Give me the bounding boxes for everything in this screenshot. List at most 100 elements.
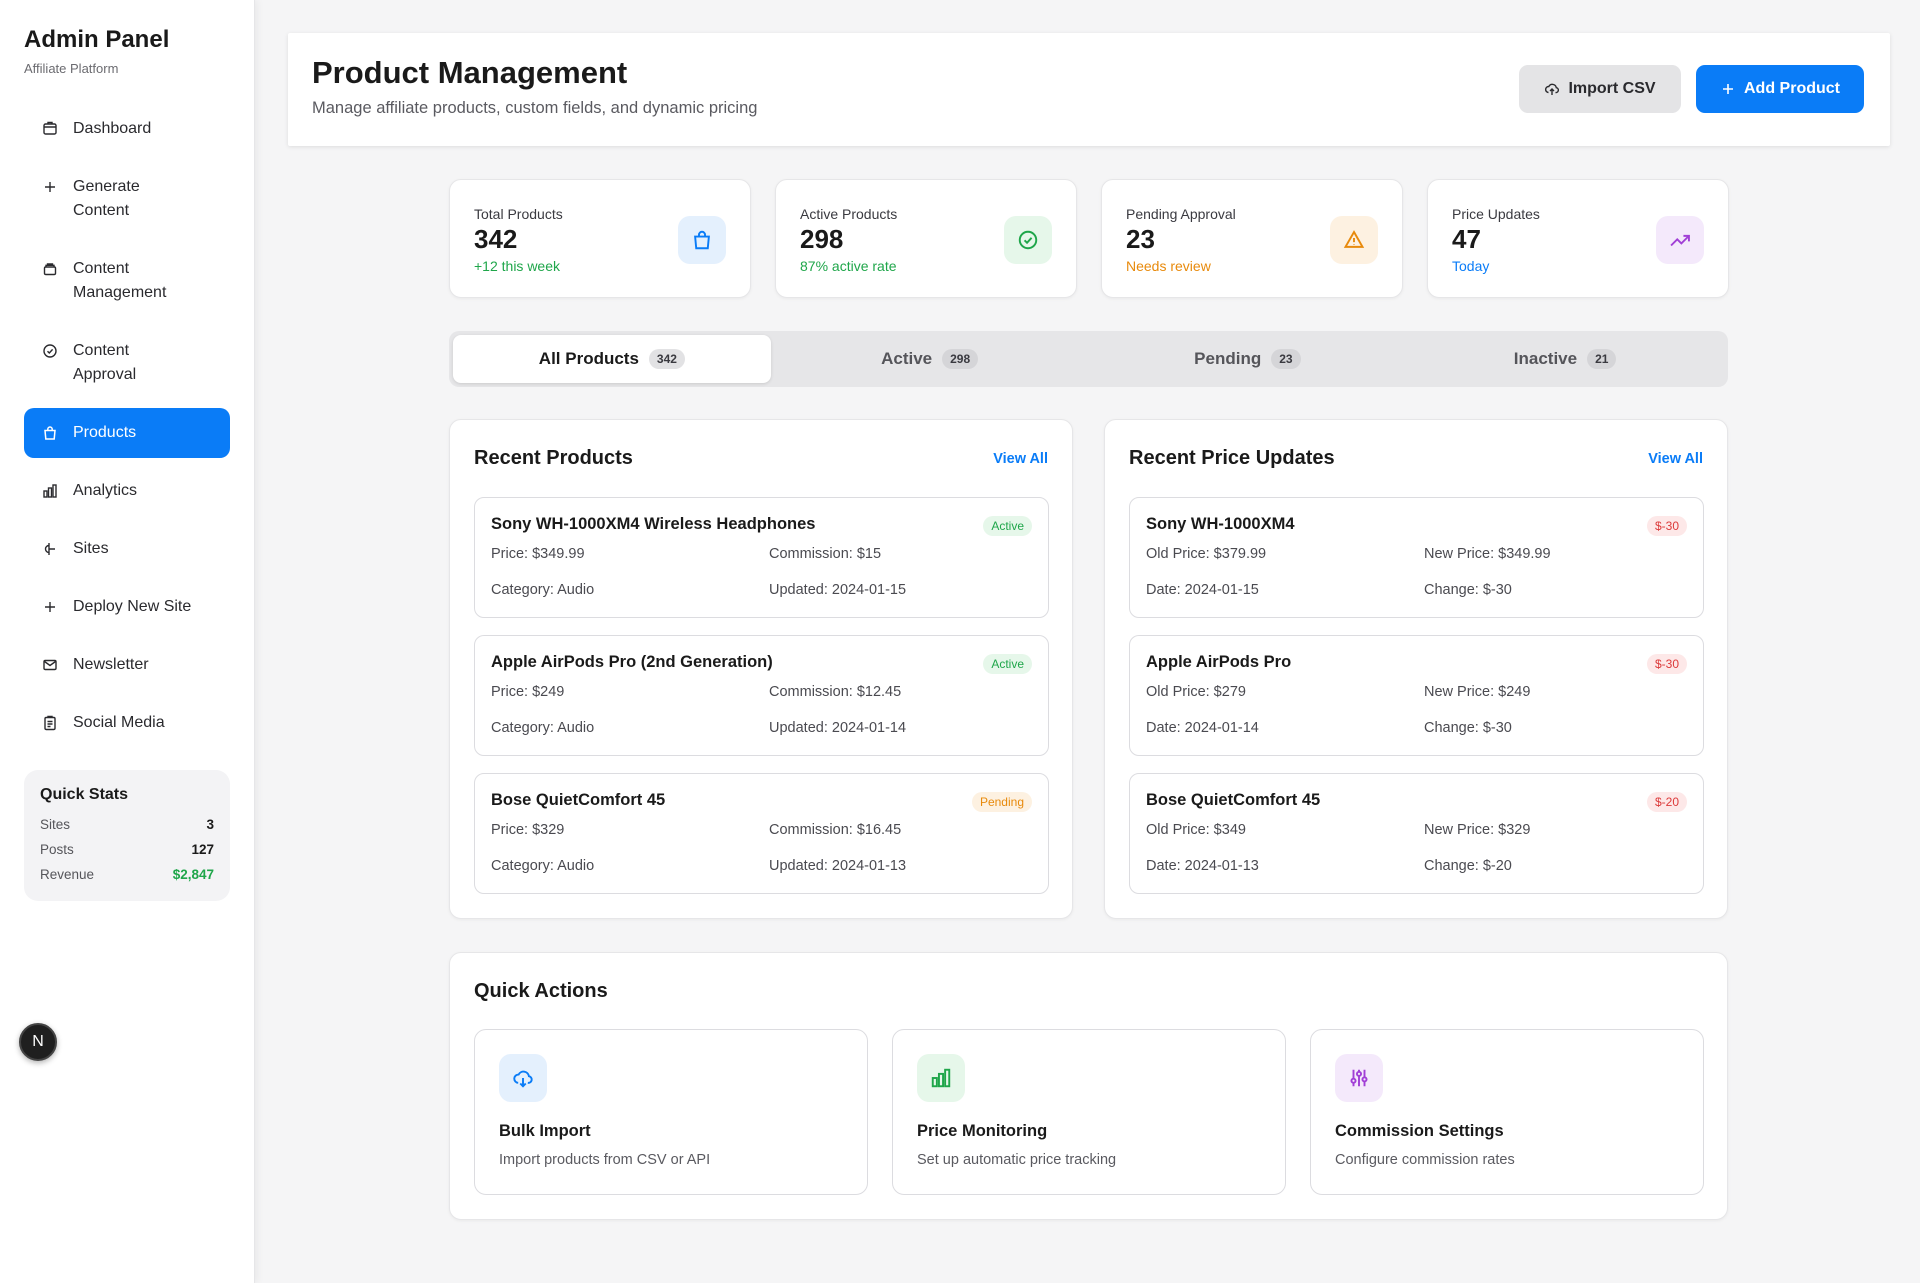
product-category: Category: Audio (491, 720, 595, 736)
quick-action-bulk-import[interactable]: Bulk Import Import products from CSV or … (474, 1029, 868, 1195)
product-tabs: All Products 342 Active 298 Pending 23 I… (449, 331, 1728, 387)
tab-label: Inactive (1513, 349, 1578, 368)
sidebar-item-label: Deploy New Site (73, 598, 192, 615)
quick-action-title: Commission Settings (1335, 1122, 1504, 1140)
sidebar-nav: Dashboard Generate Content Content Manag… (0, 104, 254, 748)
quick-action-price-monitoring[interactable]: Price Monitoring Set up automatic price … (892, 1029, 1286, 1195)
quick-action-commission-settings[interactable]: Commission Settings Configure commission… (1310, 1029, 1704, 1195)
quick-stats-value: 127 (191, 842, 214, 857)
sidebar-item-content-approval[interactable]: Content Approval (24, 326, 230, 400)
product-price: Price: $349.99 (491, 546, 585, 562)
plus-icon (41, 175, 59, 199)
sidebar: Admin Panel Affiliate Platform Dashboard… (0, 0, 255, 1283)
panel-title: Recent Products (474, 447, 633, 469)
price-change: Change: $-20 (1424, 858, 1512, 874)
quick-stats-title: Quick Stats (40, 786, 129, 803)
sidebar-item-label: Analytics (73, 482, 138, 499)
sidebar-item-label: Social Media (73, 714, 165, 731)
quick-stats-label: Revenue (40, 867, 95, 882)
sidebar-item-label: Generate Content (73, 178, 140, 219)
sidebar-item-generate-content[interactable]: Generate Content (24, 162, 230, 236)
product-list-item[interactable]: Bose QuietComfort 45 Pending Price: $329… (474, 773, 1049, 894)
old-price: Old Price: $279 (1146, 684, 1246, 700)
sidebar-item-analytics[interactable]: Analytics (24, 466, 230, 516)
sidebar-item-label: Products (73, 424, 137, 441)
quick-stats-label: Posts (40, 842, 74, 857)
check-circle-icon (1004, 216, 1052, 264)
alert-triangle-icon (1330, 216, 1378, 264)
product-commission: Commission: $15 (769, 546, 882, 562)
quick-stats-value: 3 (206, 817, 214, 832)
app-subtitle: Affiliate Platform (24, 61, 119, 76)
stat-label: Price Updates (1452, 206, 1540, 222)
cloud-upload-icon (1545, 83, 1560, 95)
tab-pending[interactable]: Pending 23 (1089, 335, 1407, 383)
stat-value: 23 (1126, 224, 1155, 254)
tab-count-badge: 342 (648, 349, 685, 369)
product-updated: Updated: 2024-01-13 (769, 858, 907, 874)
import-csv-label: Import CSV (1568, 80, 1656, 97)
quick-stats-label: Sites (40, 817, 71, 832)
new-price: New Price: $249 (1424, 684, 1531, 700)
view-all-prices-link[interactable]: View All (1648, 451, 1703, 467)
quick-action-title: Price Monitoring (917, 1122, 1048, 1140)
bar-chart-icon (41, 479, 59, 503)
stat-sub: 87% active rate (800, 258, 897, 274)
stat-value: 47 (1452, 224, 1481, 254)
product-commission: Commission: $16.45 (769, 822, 902, 838)
shopping-bag-icon (41, 421, 59, 445)
add-product-button[interactable]: Add Product (1696, 65, 1864, 113)
plus-icon (41, 595, 59, 619)
product-list-item[interactable]: Apple AirPods Pro (2nd Generation) Activ… (474, 635, 1049, 756)
sidebar-item-deploy-new-site[interactable]: Deploy New Site (24, 582, 230, 632)
price-update-item[interactable]: Bose QuietComfort 45 $-20 Old Price: $34… (1129, 773, 1704, 894)
cloud-upload-icon (499, 1054, 547, 1102)
stat-value: 342 (474, 224, 518, 254)
check-circle-icon (41, 339, 59, 363)
stat-card-active-products: Active Products 298 87% active rate (775, 179, 1077, 298)
trending-up-icon (1656, 216, 1704, 264)
page-subtitle: Manage affiliate products, custom fields… (312, 99, 758, 117)
sidebar-item-dashboard[interactable]: Dashboard (24, 104, 230, 154)
quick-stats-row-revenue: Revenue $2,847 (40, 862, 214, 887)
update-date: Date: 2024-01-14 (1146, 720, 1259, 736)
tab-all-products[interactable]: All Products 342 (453, 335, 771, 383)
dev-tools-badge[interactable]: N (19, 1023, 57, 1061)
tab-active[interactable]: Active 298 (771, 335, 1089, 383)
tab-count-badge: 21 (1587, 349, 1617, 369)
view-all-products-link[interactable]: View All (993, 451, 1048, 467)
import-csv-button[interactable]: Import CSV (1519, 65, 1681, 113)
tab-count-badge: 298 (942, 349, 979, 369)
plus-icon (1723, 84, 1733, 94)
sidebar-item-content-management[interactable]: Content Management (24, 244, 230, 318)
product-name: Apple AirPods Pro (1146, 653, 1292, 671)
tab-label: Pending (1194, 349, 1262, 368)
stat-value: 298 (800, 224, 844, 254)
price-change: Change: $-30 (1424, 582, 1512, 598)
quick-action-title: Bulk Import (499, 1122, 591, 1140)
quick-action-desc: Set up automatic price tracking (917, 1152, 1117, 1168)
sidebar-item-newsletter[interactable]: Newsletter (24, 640, 230, 690)
tab-inactive[interactable]: Inactive 21 (1406, 335, 1724, 383)
clipboard-icon (41, 711, 59, 735)
stat-card-pending-approval: Pending Approval 23 Needs review (1101, 179, 1403, 298)
quick-stats-value: $2,847 (172, 867, 214, 882)
sidebar-item-social-media[interactable]: Social Media (24, 698, 230, 748)
product-name: Apple AirPods Pro (2nd Generation) (491, 653, 773, 671)
product-list-item[interactable]: Sony WH-1000XM4 Wireless Headphones Acti… (474, 497, 1049, 618)
product-name: Sony WH-1000XM4 Wireless Headphones (491, 515, 816, 533)
quick-action-desc: Configure commission rates (1335, 1152, 1515, 1168)
sidebar-item-sites[interactable]: Sites (24, 524, 230, 574)
dashboard-icon (41, 117, 59, 141)
price-update-item[interactable]: Sony WH-1000XM4 $-30 Old Price: $379.99 … (1129, 497, 1704, 618)
price-update-item[interactable]: Apple AirPods Pro $-30 Old Price: $279 N… (1129, 635, 1704, 756)
sidebar-item-products[interactable]: Products (24, 408, 230, 458)
product-price: Price: $329 (491, 822, 565, 838)
product-category: Category: Audio (491, 582, 595, 598)
product-name: Sony WH-1000XM4 (1146, 515, 1295, 533)
quick-stats-card: Quick Stats Sites 3 Posts 127 Revenue $2… (24, 770, 230, 901)
quick-stats-row-sites: Sites 3 (40, 812, 214, 837)
price-delta-badge: $-30 (1646, 516, 1687, 536)
tab-count-badge: 23 (1271, 349, 1301, 369)
sidebar-item-label: Newsletter (73, 656, 149, 673)
